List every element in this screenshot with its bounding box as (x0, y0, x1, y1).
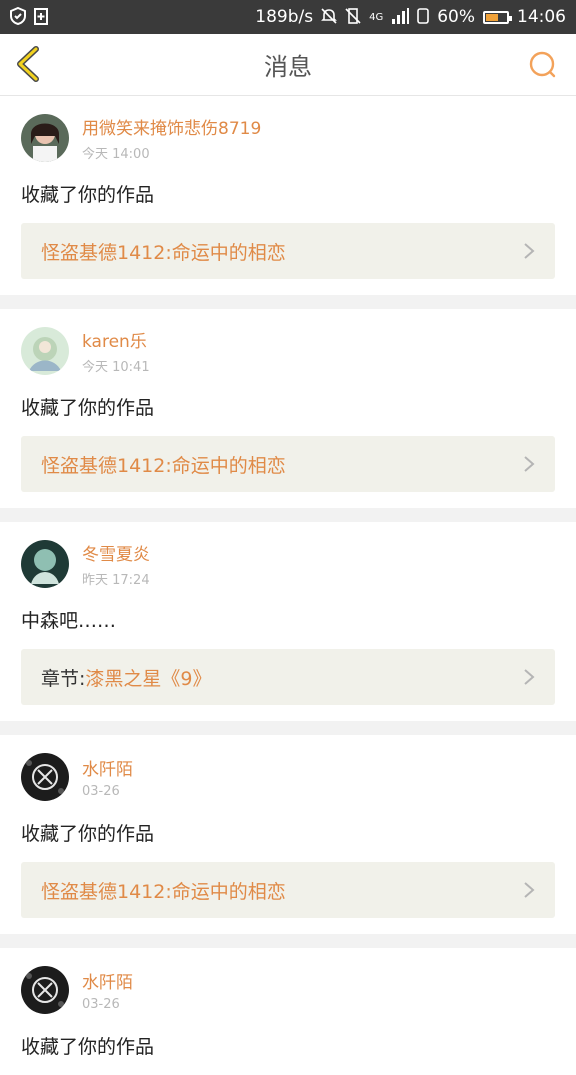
work-name: 怪盗基德1412:命运中的相恋 (41, 241, 286, 264)
clock: 14:06 (517, 7, 566, 27)
work-link[interactable]: 章节:漆黑之星《9》 (21, 649, 555, 705)
message-item: 水阡陌 03-26 收藏了你的作品 (0, 948, 576, 1075)
shield-icon (10, 6, 26, 28)
status-bar-right: 189b/s 4G 60% 14:06 (255, 7, 566, 27)
chevron-right-icon (524, 456, 535, 472)
chevron-right-icon (524, 669, 535, 685)
work-title: 怪盗基德1412:命运中的相恋 (41, 238, 286, 265)
back-button[interactable] (12, 46, 46, 82)
message-text: 中森吧…… (21, 610, 117, 632)
network-speed: 189b/s (255, 7, 314, 27)
timestamp: 昨天 17:24 (82, 573, 150, 588)
work-name: 怪盗基德1412:命运中的相恋 (41, 880, 286, 903)
message-item: 水阡陌 03-26 收藏了你的作品 怪盗基德1412:命运中的相恋 (0, 735, 576, 934)
separator (0, 934, 576, 948)
message-text: 收藏了你的作品 (21, 823, 155, 845)
message-header: 用微笑来掩饰悲伤8719 今天 14:00 (21, 114, 555, 162)
work-prefix: 章节: (41, 667, 86, 690)
work-name: 漆黑之星《9》 (85, 667, 212, 690)
message-meta: 用微笑来掩饰悲伤8719 今天 14:00 (82, 114, 261, 162)
work-title: 怪盗基德1412:命运中的相恋 (41, 877, 286, 904)
work-link[interactable]: 怪盗基德1412:命运中的相恋 (21, 862, 555, 918)
message-header: 冬雪夏炎 昨天 17:24 (21, 540, 555, 588)
header: 消息 (0, 34, 576, 96)
message-item: 冬雪夏炎 昨天 17:24 中森吧…… 章节:漆黑之星《9》 (0, 522, 576, 721)
status-bar: 189b/s 4G 60% 14:06 (0, 0, 576, 34)
status-bar-left (10, 6, 48, 28)
separator (0, 508, 576, 522)
avatar[interactable] (21, 540, 69, 588)
avatar[interactable] (21, 114, 69, 162)
avatar[interactable] (21, 966, 69, 1014)
message-meta: 冬雪夏炎 昨天 17:24 (82, 540, 150, 588)
network-type: 4G (369, 11, 384, 23)
message-meta: karen乐 今天 10:41 (82, 327, 150, 375)
work-link[interactable]: 怪盗基德1412:命运中的相恋 (21, 436, 555, 492)
message-item: 用微笑来掩饰悲伤8719 今天 14:00 收藏了你的作品 怪盗基德1412:命… (0, 96, 576, 295)
message-text: 收藏了你的作品 (21, 1036, 155, 1058)
signal-icon (391, 7, 410, 27)
timestamp: 今天 14:00 (82, 147, 150, 162)
username[interactable]: 水阡陌 (82, 968, 133, 993)
battery-percent: 60% (437, 7, 475, 27)
work-title: 怪盗基德1412:命运中的相恋 (41, 451, 286, 478)
sim-icon (417, 7, 430, 27)
timestamp: 03-26 (82, 784, 120, 799)
username[interactable]: 用微笑来掩饰悲伤8719 (82, 114, 261, 139)
search-icon (529, 51, 556, 78)
work-name: 怪盗基德1412:命运中的相恋 (41, 454, 286, 477)
battery-level-fill (486, 13, 498, 21)
message-text: 收藏了你的作品 (21, 397, 155, 419)
message-header: 水阡陌 03-26 (21, 753, 555, 801)
work-link[interactable]: 怪盗基德1412:命运中的相恋 (21, 223, 555, 279)
avatar[interactable] (21, 753, 69, 801)
search-button[interactable] (528, 50, 558, 80)
page-title: 消息 (264, 53, 312, 81)
chevron-right-icon (524, 243, 535, 259)
battery-icon (483, 10, 512, 24)
vibrate-off-icon (345, 7, 361, 27)
separator (0, 721, 576, 735)
battery-plus-icon (34, 7, 48, 28)
username[interactable]: 冬雪夏炎 (82, 540, 150, 565)
work-title: 章节:漆黑之星《9》 (41, 664, 212, 691)
message-meta: 水阡陌 03-26 (82, 968, 133, 1012)
message-header: karen乐 今天 10:41 (21, 327, 555, 375)
separator (0, 295, 576, 309)
timestamp: 今天 10:41 (82, 360, 150, 375)
username[interactable]: 水阡陌 (82, 755, 133, 780)
message-text: 收藏了你的作品 (21, 184, 155, 206)
mute-icon (321, 7, 338, 27)
back-arrow-icon (17, 46, 39, 82)
message-meta: 水阡陌 03-26 (82, 755, 133, 799)
timestamp: 03-26 (82, 997, 120, 1012)
avatar[interactable] (21, 327, 69, 375)
message-list: 用微笑来掩饰悲伤8719 今天 14:00 收藏了你的作品 怪盗基德1412:命… (0, 96, 576, 1075)
message-item: karen乐 今天 10:41 收藏了你的作品 怪盗基德1412:命运中的相恋 (0, 309, 576, 508)
username[interactable]: karen乐 (82, 327, 150, 352)
message-header: 水阡陌 03-26 (21, 966, 555, 1014)
chevron-right-icon (524, 882, 535, 898)
